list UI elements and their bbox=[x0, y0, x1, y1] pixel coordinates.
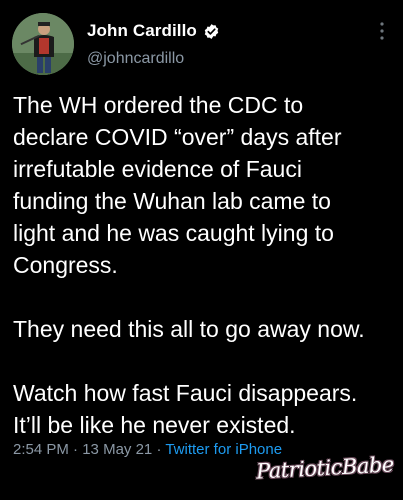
tweet-source-link[interactable]: Twitter for iPhone bbox=[165, 441, 282, 458]
author-name-row[interactable]: John Cardillo bbox=[87, 21, 220, 41]
avatar[interactable] bbox=[12, 13, 74, 75]
user-handle[interactable]: @johncardillo bbox=[87, 50, 184, 68]
meta-separator: · bbox=[156, 441, 162, 458]
tweet-meta: 2:54 PM · 13 May 21 · Twitter for iPhone bbox=[13, 441, 282, 458]
verified-badge-icon bbox=[204, 23, 219, 39]
meta-separator: · bbox=[73, 441, 79, 458]
tweet-time[interactable]: 2:54 PM bbox=[13, 441, 69, 458]
tweet-text: The WH ordered the CDC to declare COVID … bbox=[13, 92, 365, 438]
profile-photo-icon bbox=[12, 13, 74, 75]
display-name[interactable]: John Cardillo bbox=[87, 21, 197, 41]
more-options-vertical-icon[interactable] bbox=[379, 21, 385, 41]
tweet-date[interactable]: 13 May 21 bbox=[82, 441, 152, 458]
tweet-card: John Cardillo @johncardillo The WH order… bbox=[0, 0, 403, 500]
